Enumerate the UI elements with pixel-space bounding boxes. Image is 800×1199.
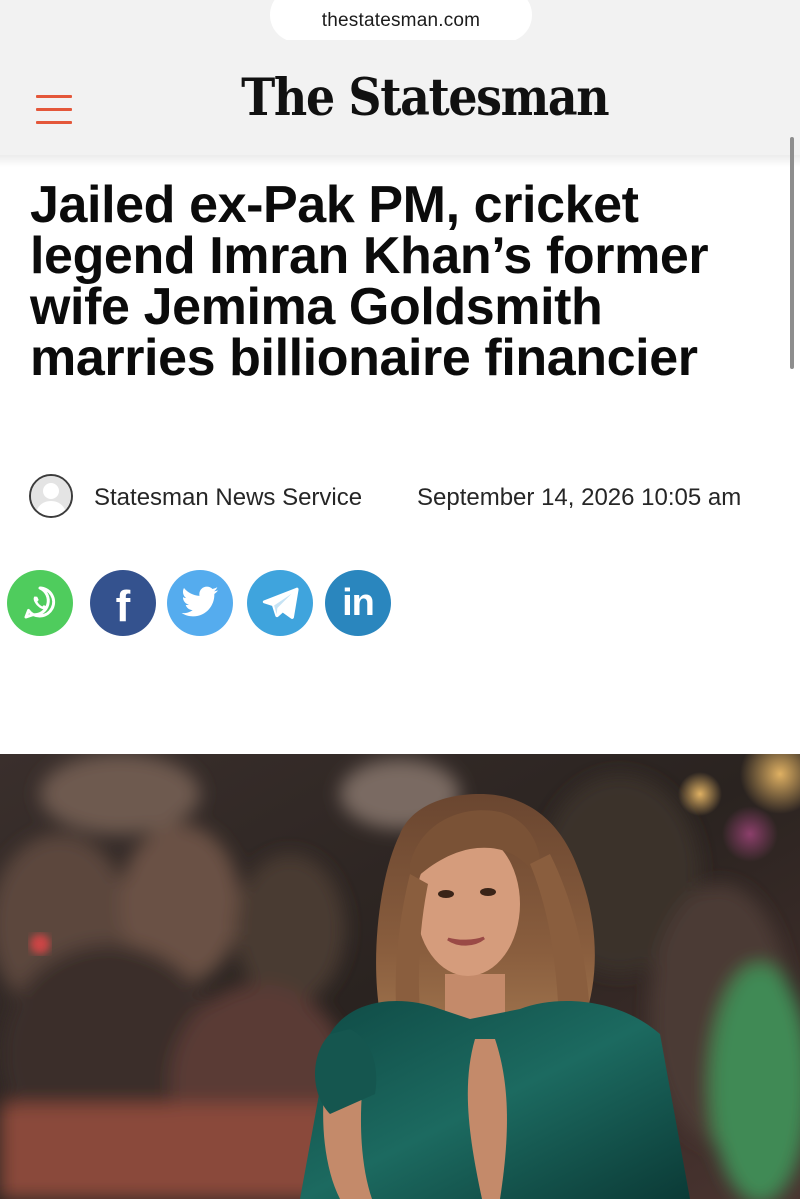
article-headline: Jailed ex-Pak PM, cricket legend Imran K… [30, 176, 709, 387]
header-divider [0, 155, 800, 167]
telegram-icon [262, 587, 299, 619]
share-buttons: f in [7, 570, 407, 640]
facebook-share-button[interactable]: f [90, 570, 156, 636]
author-name[interactable]: Statesman News Service [94, 484, 362, 512]
whatsapp-icon [24, 586, 56, 619]
whatsapp-share-button[interactable] [7, 570, 73, 636]
linkedin-icon: in [342, 582, 375, 624]
article-page: thestatesman.com The Statesman Jailed ex… [0, 0, 800, 1199]
twitter-share-button[interactable] [167, 570, 233, 636]
url-pill[interactable]: thestatesman.com [270, 0, 532, 42]
article-hero-image[interactable] [0, 754, 800, 1199]
hero-photo [0, 754, 800, 1199]
site-logo[interactable]: The Statesman [241, 65, 610, 131]
hamburger-menu-icon[interactable] [36, 95, 72, 125]
site-header: The Statesman [0, 40, 800, 155]
telegram-share-button[interactable] [247, 570, 313, 636]
facebook-icon: f [115, 582, 131, 631]
url-text: thestatesman.com [321, 10, 481, 31]
scrollbar[interactable] [790, 137, 794, 369]
linkedin-share-button[interactable]: in [325, 570, 391, 636]
twitter-icon [181, 586, 219, 617]
author-avatar-icon [29, 474, 73, 518]
byline: Statesman News Service September 14, 202… [29, 474, 789, 522]
publish-date: September 14, 2026 10:05 am [417, 484, 742, 511]
browser-url-bar: thestatesman.com [0, 0, 800, 42]
